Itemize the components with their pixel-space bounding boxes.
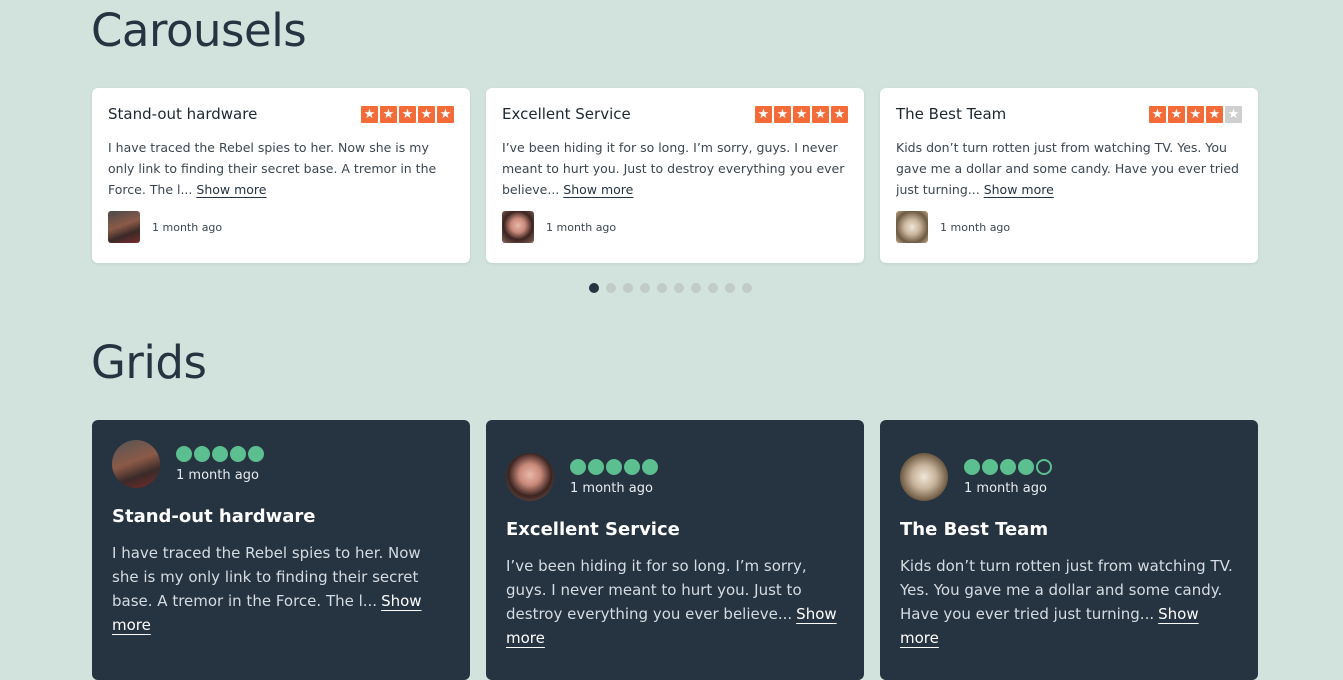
star-filled-icon: ★ [755,105,772,123]
star-empty-icon: ★ [1225,105,1242,123]
star-filled-icon: ★ [1187,105,1204,123]
review-text: I’ve been hiding it for so long. I’m sor… [506,557,807,623]
grids-heading: Grids [91,336,207,389]
carousel-dot[interactable] [657,283,667,293]
carousel-dot[interactable] [691,283,701,293]
rating-circle-filled-icon [606,458,622,475]
rating-circle-filled-icon [624,458,640,475]
review-excerpt: Kids don’t turn rotten just from watchin… [896,137,1242,201]
grid-review-card: 1 month ago Excellent Service I’ve been … [486,420,864,680]
reviewer-avatar [896,211,928,243]
carousel-review-card: The Best Team ★ ★ ★ ★ ★ Kids don’t turn rott… [880,88,1258,263]
review-title: The Best Team [900,519,1049,540]
circle-rating [570,458,658,475]
reviewer-avatar [108,211,140,243]
reviews-carousel: Stand-out hardware ★ ★ ★ ★ ★ I have traced t… [92,88,1258,263]
carousel-dot[interactable] [623,283,633,293]
grid-review-card: 1 month ago The Best Team Kids don’t tur… [880,420,1258,680]
star-filled-icon: ★ [380,105,397,123]
review-title: Stand-out hardware [108,105,258,123]
review-text: I have traced the Rebel spies to her. No… [108,140,437,197]
carousel-dot[interactable] [589,283,599,293]
show-more-link[interactable]: Show more [196,182,266,197]
grid-review-card: 1 month ago Stand-out hardware I have tr… [92,420,470,680]
star-filled-icon: ★ [1149,105,1166,123]
carousel-pagination [589,283,752,293]
rating-circle-filled-icon [570,458,586,475]
rating-circle-filled-icon [964,458,980,475]
review-title: Excellent Service [502,105,631,123]
reviewer-avatar [502,211,534,243]
carousel-review-card: Excellent Service ★ ★ ★ ★ ★ I’ve been hiding… [486,88,864,263]
rating-circle-filled-icon [642,458,658,475]
review-date: 1 month ago [964,480,1047,496]
review-excerpt: Kids don’t turn rotten just from watchin… [900,554,1238,650]
carousel-dot[interactable] [708,283,718,293]
reviewer-avatar [112,440,160,488]
rating-circle-filled-icon [230,445,246,462]
rating-circle-filled-icon [1000,458,1016,475]
reviewer-avatar [506,453,554,501]
rating-circle-filled-icon [176,445,192,462]
review-date: 1 month ago [152,220,223,234]
circle-rating [964,458,1052,475]
star-rating: ★ ★ ★ ★ ★ [755,105,848,123]
review-date: 1 month ago [570,480,653,496]
star-filled-icon: ★ [399,105,416,123]
review-excerpt: I have traced the Rebel spies to her. No… [108,137,454,201]
review-title: Stand-out hardware [112,506,316,527]
review-excerpt: I’ve been hiding it for so long. I’m sor… [502,137,848,201]
star-rating: ★ ★ ★ ★ ★ [1149,105,1242,123]
review-date: 1 month ago [940,220,1011,234]
rating-circle-filled-icon [588,458,604,475]
carousels-heading: Carousels [91,4,307,57]
star-filled-icon: ★ [1206,105,1223,123]
star-filled-icon: ★ [437,105,454,123]
rating-circle-filled-icon [982,458,998,475]
show-more-link[interactable]: Show more [563,182,633,197]
carousel-dot[interactable] [674,283,684,293]
carousel-dot[interactable] [725,283,735,293]
star-filled-icon: ★ [1168,105,1185,123]
rating-circle-filled-icon [1018,458,1034,475]
rating-circle-filled-icon [194,445,210,462]
review-text: Kids don’t turn rotten just from watchin… [896,140,1239,197]
review-date: 1 month ago [546,220,617,234]
star-filled-icon: ★ [361,105,378,123]
carousel-review-card: Stand-out hardware ★ ★ ★ ★ ★ I have traced t… [92,88,470,263]
rating-circle-filled-icon [212,445,228,462]
star-filled-icon: ★ [774,105,791,123]
carousel-dot[interactable] [742,283,752,293]
rating-circle-empty-icon [1036,458,1052,475]
review-title: Excellent Service [506,519,680,540]
review-text: I have traced the Rebel spies to her. No… [112,544,421,610]
reviewer-avatar [900,453,948,501]
review-excerpt: I’ve been hiding it for so long. I’m sor… [506,554,844,650]
star-filled-icon: ★ [793,105,810,123]
show-more-link[interactable]: Show more [984,182,1054,197]
review-text: I’ve been hiding it for so long. I’m sor… [502,140,845,197]
circle-rating [176,445,264,462]
star-rating: ★ ★ ★ ★ ★ [361,105,454,123]
carousel-dot[interactable] [640,283,650,293]
rating-circle-filled-icon [248,445,264,462]
carousel-dot[interactable] [606,283,616,293]
star-filled-icon: ★ [831,105,848,123]
review-excerpt: I have traced the Rebel spies to her. No… [112,541,450,637]
review-title: The Best Team [896,105,1007,123]
star-filled-icon: ★ [812,105,829,123]
review-date: 1 month ago [176,467,259,483]
star-filled-icon: ★ [418,105,435,123]
